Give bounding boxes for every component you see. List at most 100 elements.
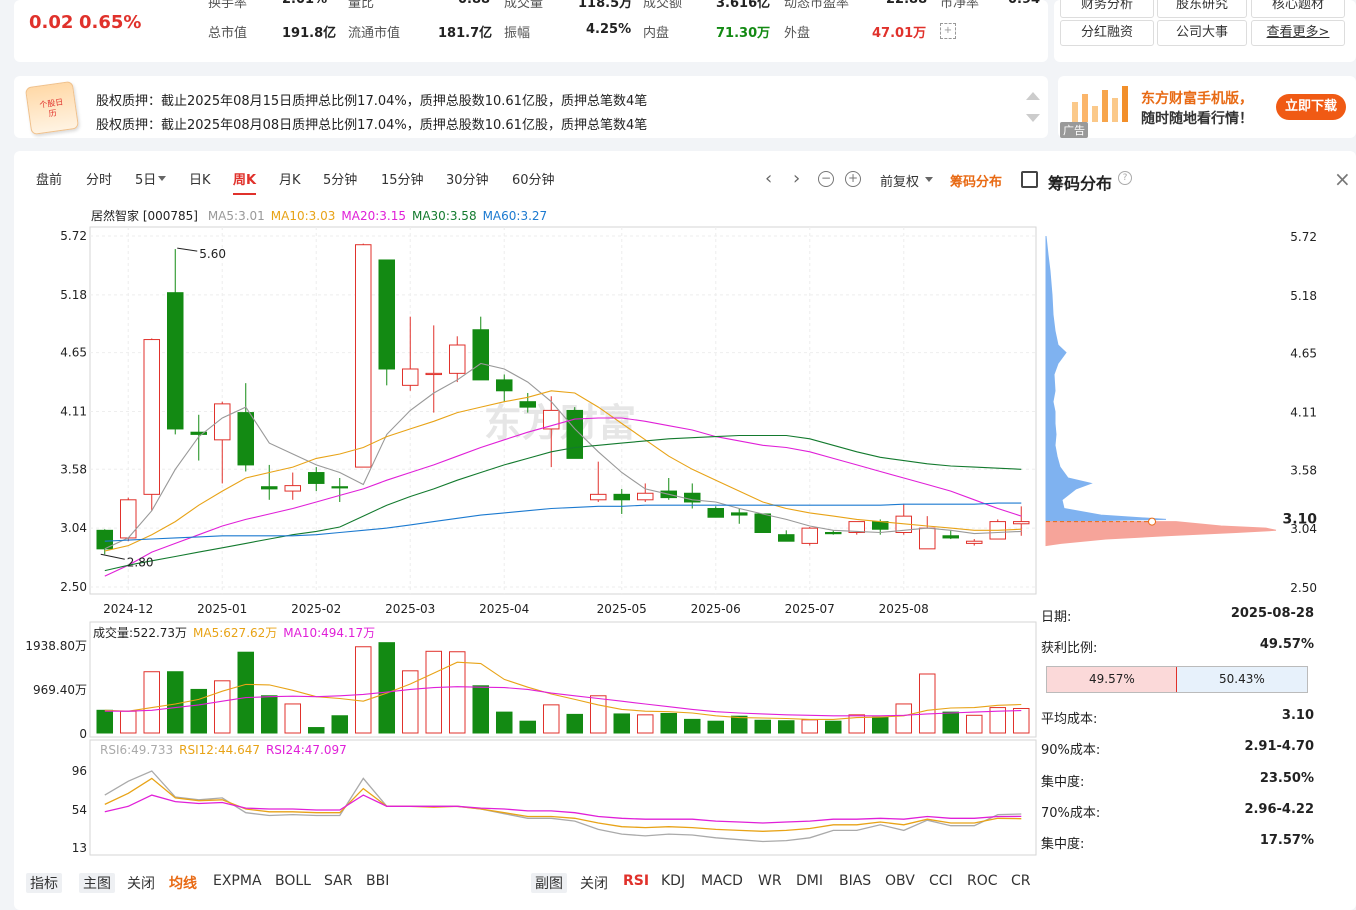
adjust-select[interactable]: 前复权 bbox=[880, 171, 919, 190]
shareholder-research-button[interactable]: 股东研究 bbox=[1157, 0, 1247, 18]
quote-label: 换手率 bbox=[208, 0, 248, 11]
sub-indicator-item[interactable]: WR bbox=[758, 873, 782, 889]
tab-15min[interactable]: 15分钟 bbox=[381, 169, 424, 188]
chip-title: 筹码分布 bbox=[1048, 174, 1113, 193]
tab-daily-k[interactable]: 日K bbox=[189, 169, 211, 188]
company-events-button[interactable]: 公司大事 bbox=[1157, 20, 1247, 46]
rsi-legend-item: RSI12:44.647 bbox=[179, 743, 260, 757]
scroll-up-icon[interactable] bbox=[1026, 92, 1040, 100]
tab-intraday[interactable]: 分时 bbox=[86, 169, 112, 188]
quote-value: 181.7亿 bbox=[438, 26, 493, 41]
sub-indicator-item[interactable]: KDJ bbox=[661, 873, 685, 889]
chip-info-value: 2.96-4.22 bbox=[1244, 802, 1314, 817]
quote-label: 量比 bbox=[348, 0, 375, 11]
fullscreen-icon[interactable] bbox=[1021, 171, 1038, 188]
chip-info-value: 3.10 bbox=[1281, 708, 1314, 723]
volume-legend-item: MA10:494.17万 bbox=[283, 626, 376, 640]
quote-value: 47.01万 bbox=[872, 26, 927, 41]
calendar-icon: 个股日历 bbox=[24, 80, 80, 136]
scroll-down-icon[interactable] bbox=[1026, 114, 1040, 122]
quote-value: 2.01% bbox=[282, 0, 327, 7]
tab-premarket[interactable]: 盘前 bbox=[36, 169, 62, 188]
main-indicator-item[interactable]: 均线 bbox=[169, 873, 197, 893]
adjust-dropdown-icon[interactable] bbox=[925, 177, 933, 182]
profit-pct-label: 49.57% bbox=[1089, 672, 1135, 686]
chip-toggle[interactable]: 筹码分布 bbox=[950, 171, 1002, 190]
quote-label: 市净率 bbox=[940, 0, 980, 11]
quote-value: 71.30万 bbox=[716, 26, 771, 41]
main-indicator-item[interactable]: EXPMA bbox=[213, 873, 262, 889]
tab-60min[interactable]: 60分钟 bbox=[512, 169, 555, 188]
tab-weekly-k[interactable]: 周K bbox=[233, 169, 257, 195]
quote-label: 内盘 bbox=[643, 26, 670, 41]
dividend-financing-button[interactable]: 分红融资 bbox=[1060, 20, 1154, 46]
quote-value: 118.5万 bbox=[578, 0, 633, 11]
volume-legend: 成交量:522.73万 MA5:627.62万 MA10:494.17万 bbox=[93, 624, 381, 641]
prev-icon[interactable]: ‹ bbox=[765, 168, 772, 189]
sub-indicator-item[interactable]: CR bbox=[1011, 873, 1031, 889]
sub-indicator-item[interactable]: 关闭 bbox=[580, 873, 608, 893]
rsi-legend-item: RSI24:47.097 bbox=[265, 743, 347, 757]
expand-icon[interactable]: + bbox=[940, 23, 956, 39]
volume-legend-item: MA5:627.62万 bbox=[193, 626, 278, 640]
next-icon[interactable]: › bbox=[793, 168, 800, 189]
quote-label: 外盘 bbox=[784, 26, 811, 41]
zoom-out-icon[interactable]: − bbox=[818, 171, 834, 187]
sub-indicator-item[interactable]: RSI bbox=[623, 873, 649, 889]
main-indicator-item[interactable]: BBI bbox=[366, 873, 389, 889]
close-icon[interactable]: × bbox=[1334, 167, 1351, 191]
chart-card bbox=[14, 151, 1356, 910]
quote-label: 成交量 bbox=[504, 0, 544, 11]
quote-label: 振幅 bbox=[504, 26, 531, 41]
quote-value: 191.8亿 bbox=[282, 26, 337, 41]
quote-label: 成交额 bbox=[643, 0, 683, 11]
sub-indicator-item[interactable]: CCI bbox=[929, 873, 953, 889]
kline-legend: 居然智家 [000785] MA5:3.01 MA10:3.03 MA20:3.15… bbox=[91, 207, 547, 224]
chip-info-label: 获利比例: bbox=[1041, 641, 1098, 656]
ma-legend-item: MA60:3.27 bbox=[482, 209, 548, 223]
tab-5day-dropdown-icon[interactable] bbox=[158, 176, 166, 181]
sub-indicator-item[interactable]: BIAS bbox=[839, 873, 871, 889]
sub-indicator-item[interactable]: MACD bbox=[701, 873, 743, 889]
core-theme-button[interactable]: 核心题材 bbox=[1251, 0, 1345, 18]
ma-legend-item: MA10:3.03 bbox=[270, 209, 336, 223]
chip-info-label: 平均成本: bbox=[1041, 712, 1098, 727]
tab-monthly-k[interactable]: 月K bbox=[279, 169, 301, 188]
main-indicator-item[interactable]: SAR bbox=[324, 873, 352, 889]
finance-analysis-button[interactable]: 财务分析 bbox=[1060, 0, 1154, 18]
price-change-pct: 0.65% bbox=[79, 12, 142, 33]
ad-chart-icon bbox=[1066, 84, 1132, 126]
ad-line-1: 东方财富手机版， bbox=[1141, 91, 1253, 107]
main-indicator-item[interactable]: 关闭 bbox=[127, 873, 155, 893]
help-icon[interactable]: ? bbox=[1118, 171, 1132, 185]
chip-info-label: 集中度: bbox=[1041, 775, 1085, 790]
quote-value: 22.88 bbox=[886, 0, 927, 7]
quote-label: 总市值 bbox=[208, 26, 248, 41]
notice-line-1[interactable]: 股权质押：截止2025年08月15日质押总比例17.04%，质押总股数10.61… bbox=[96, 90, 647, 109]
tab-5min[interactable]: 5分钟 bbox=[323, 169, 357, 188]
sub-chart-title: 副图 bbox=[531, 873, 567, 893]
rsi-legend: RSI6:49.733 RSI12:44.647 RSI24:47.097 bbox=[100, 743, 353, 757]
notice-line-2[interactable]: 股权质押：截止2025年08月08日质押总比例17.04%，质押总股数10.61… bbox=[96, 114, 647, 133]
ma-legend-item: MA20:3.15 bbox=[341, 209, 406, 223]
ma-legend-item: MA5:3.01 bbox=[207, 209, 265, 223]
tab-30min[interactable]: 30分钟 bbox=[446, 169, 489, 188]
price-change: 0.02 bbox=[29, 12, 74, 33]
sub-indicator-item[interactable]: ROC bbox=[967, 873, 998, 889]
view-more-button[interactable]: 查看更多> bbox=[1251, 20, 1345, 46]
tab-5day[interactable]: 5日 bbox=[135, 169, 156, 188]
indicator-title: 指标 bbox=[26, 873, 62, 893]
download-button[interactable]: 立即下载 bbox=[1276, 94, 1346, 120]
zoom-in-icon[interactable]: + bbox=[845, 171, 861, 187]
chip-info-value: 23.50% bbox=[1259, 771, 1314, 786]
quote-label: 动态市盈率 bbox=[784, 0, 850, 11]
chip-info-label: 90%成本: bbox=[1041, 743, 1101, 758]
quote-label: 流通市值 bbox=[348, 26, 401, 41]
chip-info-value: 2025-08-28 bbox=[1230, 606, 1314, 621]
rsi-legend-item: RSI6:49.733 bbox=[100, 743, 174, 757]
chip-info-label: 集中度: bbox=[1041, 837, 1085, 852]
main-indicator-item[interactable]: BOLL bbox=[275, 873, 311, 889]
quote-value: 3.616亿 bbox=[716, 0, 771, 11]
sub-indicator-item[interactable]: DMI bbox=[796, 873, 823, 889]
sub-indicator-item[interactable]: OBV bbox=[885, 873, 915, 889]
